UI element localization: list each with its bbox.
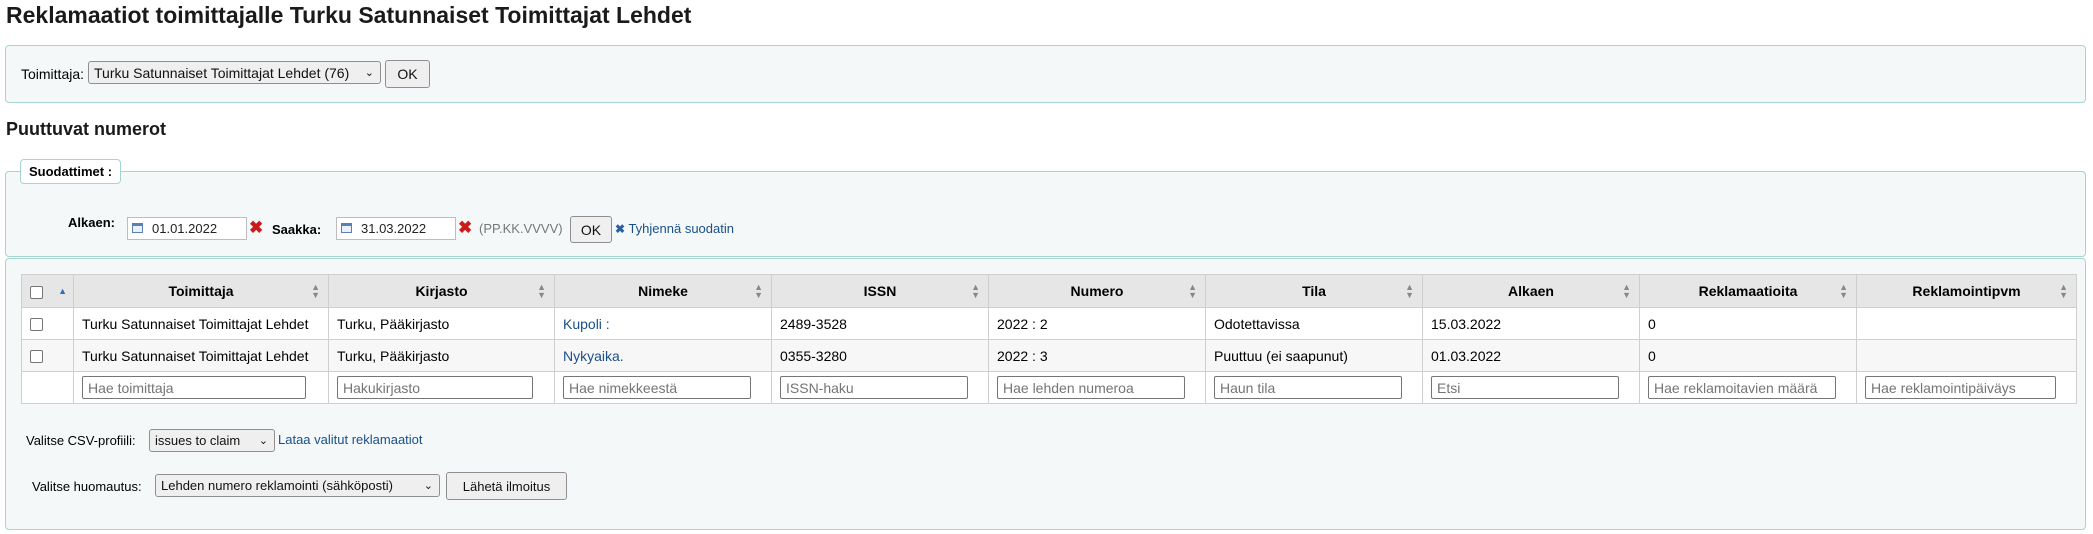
select-all-header: ▲ [21, 274, 74, 308]
cell-issn: 0355-3280 [771, 339, 989, 372]
section-title: Puuttuvat numerot [6, 119, 166, 139]
cell-since: 15.03.2022 [1422, 307, 1640, 340]
sort-icon: ▲ ▼ [1839, 282, 1848, 300]
column-header-issn[interactable]: ISSN ▲ ▼ [771, 274, 989, 308]
notice-select[interactable]: Lehden numero reklamointi (sähköposti) ⌄ [155, 474, 440, 497]
from-date-value: 01.01.2022 [152, 221, 218, 236]
since-filter-input[interactable]: Etsi [1431, 376, 1619, 399]
cell-number: 2022 : 2 [988, 307, 1206, 340]
sort-icon: ▲ ▼ [2059, 282, 2068, 300]
column-header-library[interactable]: Kirjasto ▲ ▼ [328, 274, 555, 308]
column-header-vendor[interactable]: Toimittaja ▲ ▼ [73, 274, 329, 308]
sort-icon: ▲ ▼ [971, 282, 980, 300]
row-checkbox[interactable] [30, 318, 43, 332]
from-label: Alkaen: [68, 215, 115, 230]
filters-legend: Suodattimet : [20, 159, 122, 184]
column-header-status[interactable]: Tila ▲ ▼ [1205, 274, 1423, 308]
sort-asc-icon[interactable]: ▲ [58, 287, 67, 296]
table-header-row: ▲ Toimittaja ▲ ▼ Kirjasto ▲ ▼ Nimeke ▲ ▼ ISSN ▲… [21, 274, 2077, 308]
table-row: Turku Satunnaiset Toimittajat Lehdet Tur… [21, 307, 2077, 340]
issn-filter-input[interactable]: ISSN-haku [780, 376, 968, 399]
sort-icon: ▲ ▼ [311, 282, 320, 300]
vendor-select[interactable]: Turku Satunnaiset Toimittajat Lehdet (76… [88, 61, 381, 84]
filter-ok-button[interactable]: OK [570, 216, 612, 243]
page-title: Reklamaatiot toimittajalle Turku Satunna… [6, 2, 692, 28]
to-label: Saakka: [272, 222, 322, 237]
cell-library: Turku, Pääkirjasto [328, 339, 555, 372]
chevron-down-icon: ⌄ [364, 66, 374, 79]
csv-profile-value: issues to claim [155, 433, 241, 448]
number-filter-input[interactable]: Hae lehden numeroa [997, 376, 1185, 399]
cell-vendor: Turku Satunnaiset Toimittajat Lehdet [73, 307, 329, 340]
sort-icon: ▲ ▼ [1622, 282, 1631, 300]
to-date-input[interactable]: 31.03.2022 [336, 217, 456, 240]
claim-date-filter-input[interactable]: Hae reklamointipäiväys [1865, 376, 2056, 399]
notice-label: Valitse huomautus: [32, 479, 142, 494]
row-checkbox[interactable] [30, 350, 43, 364]
clear-from-date-icon[interactable]: ✖ [249, 219, 263, 236]
column-filter-row: Hae toimittaja Hakukirjasto Hae nimekkee… [21, 371, 2077, 404]
calendar-icon[interactable] [341, 223, 352, 233]
csv-profile-label: Valitse CSV-profiili: [26, 433, 136, 448]
vendor-label: Toimittaja: [21, 66, 85, 82]
title-filter-input[interactable]: Hae nimekkeestä [563, 376, 751, 399]
claims-count-filter-input[interactable]: Hae reklamoitavien määrä [1648, 376, 1836, 399]
cell-claims-count: 0 [1639, 339, 1857, 372]
sort-icon: ▲ ▼ [754, 282, 763, 300]
from-date-input[interactable]: 01.01.2022 [127, 217, 247, 240]
to-date-value: 31.03.2022 [361, 221, 427, 236]
chevron-down-icon: ⌄ [258, 434, 268, 447]
cell-number: 2022 : 3 [988, 339, 1206, 372]
sort-icon: ▲ ▼ [1188, 282, 1197, 300]
status-filter-input[interactable]: Haun tila [1214, 376, 1402, 399]
cell-title-link[interactable]: Nykyaika. [563, 348, 624, 364]
table-row: Turku Satunnaiset Toimittajat Lehdet Tur… [21, 339, 2077, 372]
date-format-hint: (PP.KK.VVVV) [479, 221, 563, 236]
claims-table: ▲ Toimittaja ▲ ▼ Kirjasto ▲ ▼ Nimeke ▲ ▼ ISSN ▲… [21, 274, 2077, 404]
download-claims-link[interactable]: Lataa valitut reklamaatiot [278, 432, 423, 447]
csv-profile-select[interactable]: issues to claim ⌄ [149, 429, 275, 452]
cell-claim-date [1856, 339, 2077, 372]
send-notice-button[interactable]: Lähetä ilmoitus [446, 472, 567, 500]
cell-since: 01.03.2022 [1422, 339, 1640, 372]
chevron-down-icon: ⌄ [423, 479, 433, 492]
vendor-ok-button[interactable]: OK [385, 60, 430, 88]
clear-to-date-icon[interactable]: ✖ [458, 219, 472, 236]
column-header-since[interactable]: Alkaen ▲ ▼ [1422, 274, 1640, 308]
column-header-title[interactable]: Nimeke ▲ ▼ [554, 274, 772, 308]
select-all-checkbox[interactable] [30, 285, 43, 299]
clear-filter-label: Tyhjennä suodatin [628, 221, 734, 236]
clear-icon: ✖ [615, 222, 626, 236]
cell-library: Turku, Pääkirjasto [328, 307, 555, 340]
cell-vendor: Turku Satunnaiset Toimittajat Lehdet [73, 339, 329, 372]
cell-title-link[interactable]: Kupoli : [563, 316, 610, 332]
vendor-filter-input[interactable]: Hae toimittaja [82, 376, 306, 399]
calendar-icon[interactable] [132, 223, 143, 233]
notice-select-value: Lehden numero reklamointi (sähköposti) [161, 478, 393, 493]
library-filter-input[interactable]: Hakukirjasto [337, 376, 534, 399]
clear-filter-link[interactable]: ✖ Tyhjennä suodatin [615, 221, 734, 236]
sort-icon: ▲ ▼ [537, 282, 546, 300]
cell-status: Puuttuu (ei saapunut) [1205, 339, 1423, 372]
column-header-claim-date[interactable]: Reklamointipvm ▲ ▼ [1856, 274, 2077, 308]
column-header-claims-count[interactable]: Reklamaatioita ▲ ▼ [1639, 274, 1857, 308]
filters-panel [5, 171, 2086, 257]
cell-claim-date [1856, 307, 2077, 340]
vendor-select-value: Turku Satunnaiset Toimittajat Lehdet (76… [94, 64, 350, 81]
sort-icon: ▲ ▼ [1405, 282, 1414, 300]
column-header-number[interactable]: Numero ▲ ▼ [988, 274, 1206, 308]
cell-issn: 2489-3528 [771, 307, 989, 340]
cell-status: Odotettavissa [1205, 307, 1423, 340]
cell-claims-count: 0 [1639, 307, 1857, 340]
